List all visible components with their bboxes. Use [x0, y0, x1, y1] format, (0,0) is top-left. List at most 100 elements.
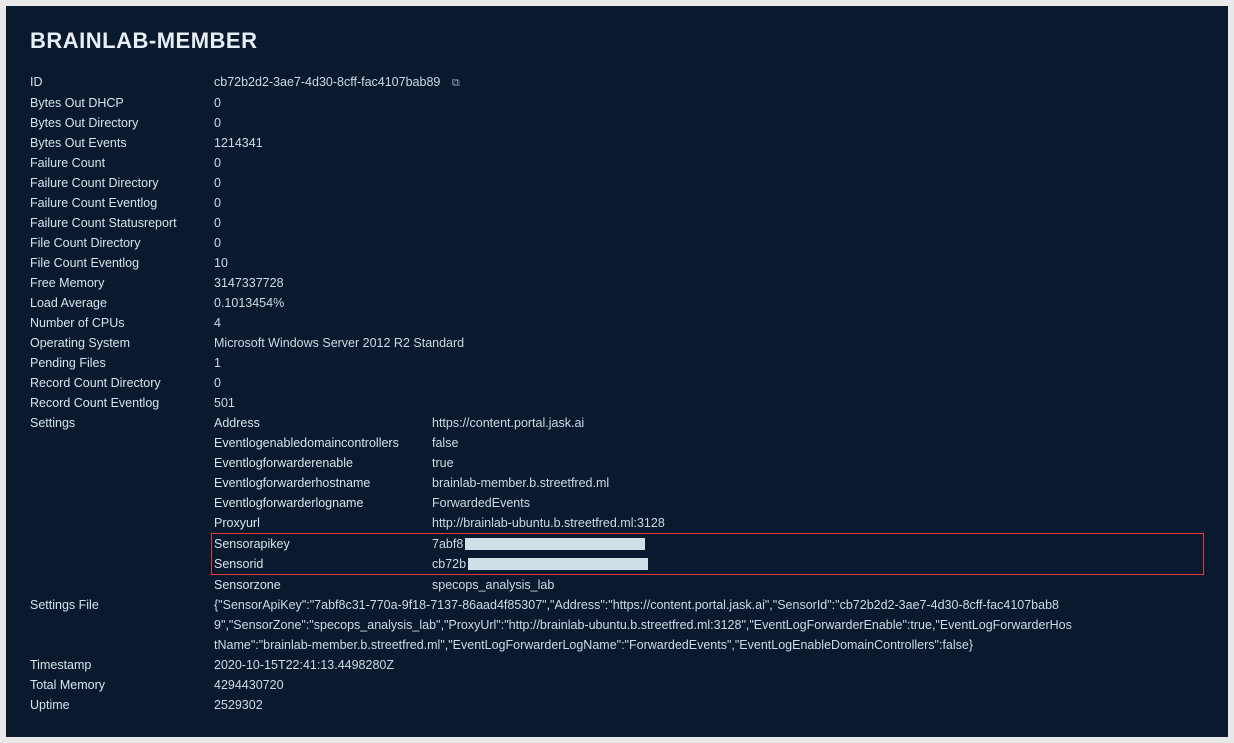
setting-value: true: [432, 453, 1204, 473]
setting-eventlogforwarderhostname: Eventlogforwarderhostname brainlab-membe…: [214, 473, 1204, 493]
settings-section: Settings Address https://content.portal.…: [30, 413, 1204, 595]
setting-label: Sensorzone: [214, 575, 432, 595]
field-total-memory: Total Memory 4294430720: [30, 675, 1204, 695]
field-label: ID: [30, 72, 214, 92]
setting-label: Eventlogenabledomaincontrollers: [214, 433, 432, 453]
field-value: 1214341: [214, 133, 1204, 153]
setting-label: Eventlogforwarderhostname: [214, 473, 432, 493]
setting-value: specops_analysis_lab: [432, 575, 1204, 595]
copy-icon[interactable]: ⧉: [452, 73, 460, 93]
setting-value: false: [432, 433, 1204, 453]
redacted-block: [465, 538, 645, 550]
field-load-average: Load Average 0.1013454%: [30, 293, 1204, 313]
field-number-of-cpus: Number of CPUs 4: [30, 313, 1204, 333]
field-value: 1: [214, 353, 1204, 373]
field-value: cb72b2d2-3ae7-4d30-8cff-fac4107bab89 ⧉: [214, 72, 1204, 93]
field-free-memory: Free Memory 3147337728: [30, 273, 1204, 293]
field-bytes-out-events: Bytes Out Events 1214341: [30, 133, 1204, 153]
setting-value: http://brainlab-ubuntu.b.streetfred.ml:3…: [432, 513, 1204, 533]
field-value: 0: [214, 213, 1204, 233]
field-value: 4294430720: [214, 675, 1204, 695]
setting-sensorid: Sensorid cb72b: [214, 554, 1201, 574]
field-label: Timestamp: [30, 655, 214, 675]
field-value: 0: [214, 113, 1204, 133]
sensorapikey-prefix: 7abf8: [432, 534, 463, 554]
field-value: 0: [214, 173, 1204, 193]
field-label: Bytes Out DHCP: [30, 93, 214, 113]
field-failure-count-eventlog: Failure Count Eventlog 0: [30, 193, 1204, 213]
field-label: Bytes Out Events: [30, 133, 214, 153]
field-id: ID cb72b2d2-3ae7-4d30-8cff-fac4107bab89 …: [30, 72, 1204, 93]
field-value: 0: [214, 373, 1204, 393]
field-label: Bytes Out Directory: [30, 113, 214, 133]
field-value: 2529302: [214, 695, 1204, 715]
field-label: Number of CPUs: [30, 313, 214, 333]
field-value: 0.1013454%: [214, 293, 1204, 313]
field-label: File Count Directory: [30, 233, 214, 253]
field-label: Record Count Eventlog: [30, 393, 214, 413]
setting-eventlogenabledomaincontrollers: Eventlogenabledomaincontrollers false: [214, 433, 1204, 453]
id-value: cb72b2d2-3ae7-4d30-8cff-fac4107bab89: [214, 75, 440, 89]
field-file-count-directory: File Count Directory 0: [30, 233, 1204, 253]
field-label: Pending Files: [30, 353, 214, 373]
setting-value: ForwardedEvents: [432, 493, 1204, 513]
field-label: Uptime: [30, 695, 214, 715]
setting-label: Address: [214, 413, 432, 433]
settings-label: Settings: [30, 413, 214, 433]
setting-value: https://content.portal.jask.ai: [432, 413, 1204, 433]
field-failure-count-directory: Failure Count Directory 0: [30, 173, 1204, 193]
field-label: Failure Count: [30, 153, 214, 173]
field-value: 3147337728: [214, 273, 1204, 293]
sensorid-prefix: cb72b: [432, 554, 466, 574]
field-label: File Count Eventlog: [30, 253, 214, 273]
setting-address: Address https://content.portal.jask.ai: [214, 413, 1204, 433]
field-value: 501: [214, 393, 1204, 413]
setting-value: brainlab-member.b.streetfred.ml: [432, 473, 1204, 493]
setting-label: Sensorapikey: [214, 534, 432, 554]
redacted-block: [468, 558, 648, 570]
field-label: Settings File: [30, 595, 214, 615]
setting-eventlogforwarderlogname: Eventlogforwarderlogname ForwardedEvents: [214, 493, 1204, 513]
field-label: Failure Count Statusreport: [30, 213, 214, 233]
field-uptime: Uptime 2529302: [30, 695, 1204, 715]
field-label: Failure Count Eventlog: [30, 193, 214, 213]
field-timestamp: Timestamp 2020-10-15T22:41:13.4498280Z: [30, 655, 1204, 675]
settings-body: Address https://content.portal.jask.ai E…: [214, 413, 1204, 595]
details-panel: BRAINLAB-MEMBER ID cb72b2d2-3ae7-4d30-8c…: [6, 6, 1228, 737]
field-value: 0: [214, 153, 1204, 173]
setting-value: cb72b: [432, 554, 1201, 574]
setting-label: Proxyurl: [214, 513, 432, 533]
field-label: Free Memory: [30, 273, 214, 293]
setting-label: Eventlogforwarderlogname: [214, 493, 432, 513]
field-settings-file: Settings File {"SensorApiKey":"7abf8c31-…: [30, 595, 1204, 655]
setting-sensorzone: Sensorzone specops_analysis_lab: [214, 575, 1204, 595]
field-pending-files: Pending Files 1: [30, 353, 1204, 373]
field-label: Load Average: [30, 293, 214, 313]
field-label: Total Memory: [30, 675, 214, 695]
field-operating-system: Operating System Microsoft Windows Serve…: [30, 333, 1204, 353]
field-value: 0: [214, 233, 1204, 253]
setting-sensorapikey: Sensorapikey 7abf8: [214, 534, 1201, 554]
field-label: Record Count Directory: [30, 373, 214, 393]
setting-proxyurl: Proxyurl http://brainlab-ubuntu.b.street…: [214, 513, 1204, 533]
field-failure-count: Failure Count 0: [30, 153, 1204, 173]
setting-label: Sensorid: [214, 554, 432, 574]
field-value: Microsoft Windows Server 2012 R2 Standar…: [214, 333, 1204, 353]
field-record-count-directory: Record Count Directory 0: [30, 373, 1204, 393]
field-label: Failure Count Directory: [30, 173, 214, 193]
field-record-count-eventlog: Record Count Eventlog 501: [30, 393, 1204, 413]
field-value: {"SensorApiKey":"7abf8c31-770a-9f18-7137…: [214, 595, 1074, 655]
page-title: BRAINLAB-MEMBER: [30, 28, 1204, 54]
field-value: 10: [214, 253, 1204, 273]
field-failure-count-statusreport: Failure Count Statusreport 0: [30, 213, 1204, 233]
highlighted-settings: Sensorapikey 7abf8 Sensorid cb72b: [211, 533, 1204, 575]
field-label: Operating System: [30, 333, 214, 353]
setting-label: Eventlogforwarderenable: [214, 453, 432, 473]
field-bytes-out-dhcp: Bytes Out DHCP 0: [30, 93, 1204, 113]
setting-eventlogforwarderenable: Eventlogforwarderenable true: [214, 453, 1204, 473]
field-file-count-eventlog: File Count Eventlog 10: [30, 253, 1204, 273]
field-value: 0: [214, 93, 1204, 113]
field-bytes-out-directory: Bytes Out Directory 0: [30, 113, 1204, 133]
field-value: 0: [214, 193, 1204, 213]
field-value: 4: [214, 313, 1204, 333]
